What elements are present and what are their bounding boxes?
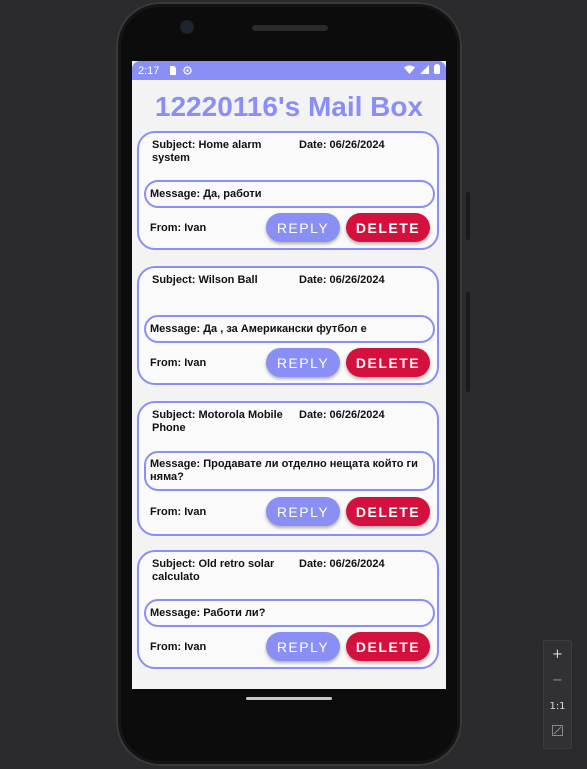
delete-button[interactable]: DELETE (346, 213, 430, 242)
mail-date: Date: 06/26/2024 (299, 409, 385, 421)
mail-subject: Subject: Old retro solar calculato (152, 558, 275, 583)
reply-button[interactable]: REPLY (266, 632, 340, 661)
mail-message: Message: Работи ли? (144, 599, 435, 627)
zoom-in-button[interactable]: + (544, 641, 571, 667)
volume-button (466, 292, 470, 392)
notification-icon (183, 66, 193, 75)
mail-card: Subject: Home alarm system Date: 06/26/2… (137, 131, 439, 250)
emulator-zoom-controls: + − 1:1 (543, 640, 572, 749)
mail-card: Subject: Motorola Mobile Phone Date: 06/… (137, 401, 439, 536)
signal-icon (420, 64, 429, 77)
mail-card: Subject: Wilson Ball Date: 06/26/2024 Me… (137, 266, 439, 385)
zoom-actual-size-button[interactable]: 1:1 (544, 693, 571, 719)
mail-subject: Subject: Wilson Ball (152, 274, 258, 286)
earpiece-speaker (252, 25, 328, 31)
power-button (466, 192, 470, 240)
delete-button[interactable]: DELETE (346, 348, 430, 377)
mail-message: Message: Да , за Американски футбол е (144, 315, 435, 343)
mail-message: Message: Продавате ли отделно нещата кой… (144, 451, 435, 491)
mail-from: From: Ivan (150, 357, 207, 369)
delete-button[interactable]: DELETE (346, 497, 430, 526)
mail-date: Date: 06/26/2024 (299, 139, 385, 151)
mail-date: Date: 06/26/2024 (299, 274, 385, 286)
wifi-icon (404, 65, 415, 77)
zoom-fit-button[interactable] (544, 719, 571, 745)
mail-subject: Subject: Home alarm system (152, 139, 262, 164)
mail-message: Message: Да, работи (144, 180, 435, 208)
mail-from: From: Ivan (150, 222, 207, 234)
gesture-nav-bar[interactable] (246, 697, 332, 700)
reply-button[interactable]: REPLY (266, 348, 340, 377)
app-screen: 2:17 12220116's Mail Box Subject: Home a… (132, 61, 446, 689)
sim-card-icon (169, 66, 177, 75)
page-title: 12220116's Mail Box (154, 91, 424, 122)
delete-button[interactable]: DELETE (346, 632, 430, 661)
fit-screen-icon (552, 724, 563, 740)
mail-from: From: Ivan (150, 641, 207, 653)
battery-icon (434, 64, 440, 77)
mail-from: From: Ivan (150, 506, 207, 518)
status-time: 2:17 (138, 64, 160, 77)
front-camera (182, 22, 192, 32)
mail-subject: Subject: Motorola Mobile Phone (152, 409, 283, 434)
zoom-out-button[interactable]: − (544, 667, 571, 693)
mail-card: Subject: Old retro solar calculato Date:… (137, 550, 439, 669)
reply-button[interactable]: REPLY (266, 213, 340, 242)
reply-button[interactable]: REPLY (266, 497, 340, 526)
status-bar: 2:17 (132, 61, 446, 80)
mail-date: Date: 06/26/2024 (299, 558, 385, 570)
